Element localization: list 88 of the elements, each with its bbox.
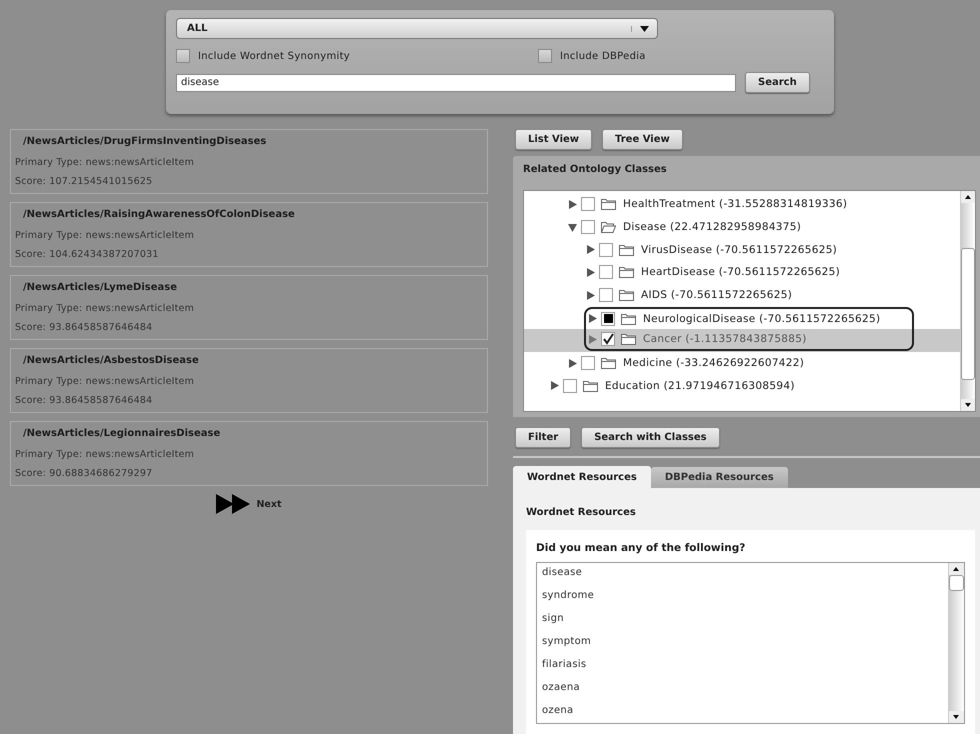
tree-checkbox[interactable] — [599, 288, 613, 302]
filter-button[interactable]: Filter — [515, 427, 572, 448]
search-with-classes-button[interactable]: Search with Classes — [581, 427, 720, 448]
scroll-thumb[interactable] — [961, 248, 975, 380]
tree-label: AIDS (-70.5611572265625) — [641, 289, 792, 302]
result-score: Score: 93.86458587646484 — [14, 394, 154, 408]
scrollbar[interactable] — [948, 563, 964, 723]
result-title[interactable]: /NewsArticles/DrugFirmsInventingDiseases — [11, 130, 487, 153]
tree-row[interactable]: AIDS (-70.5611572265625) — [524, 284, 960, 306]
tree-checkbox[interactable] — [599, 265, 613, 280]
tree-checkbox[interactable] — [563, 378, 577, 393]
checkbox[interactable] — [538, 49, 552, 63]
tree-checkbox[interactable] — [581, 197, 595, 212]
result-type: Primary Type: news:newsArticleItem — [14, 375, 196, 389]
expand-triangle-icon[interactable] — [586, 290, 595, 300]
result-title[interactable]: /NewsArticles/RaisingAwarenessOfColonDisease — [11, 203, 487, 226]
result-title[interactable]: /NewsArticles/AsbestosDisease — [11, 349, 487, 372]
checkbox-label: Include DBPedia — [560, 50, 646, 62]
panel-title: Related Ontology Classes — [523, 164, 668, 177]
result-type: Primary Type: news:newsArticleItem — [14, 448, 196, 462]
result-type: Primary Type: news:newsArticleItem — [14, 302, 196, 316]
folder-icon — [601, 357, 616, 370]
tree-label: Disease (22.471282958984375) — [623, 221, 802, 234]
folder-icon — [601, 198, 616, 210]
search-button[interactable]: Search — [745, 72, 810, 93]
scrollbar[interactable] — [960, 191, 975, 411]
folder-icon — [619, 244, 634, 256]
next-link[interactable]: Next — [256, 498, 282, 510]
expand-triangle-icon[interactable] — [588, 314, 597, 324]
dropdown-arrow-icon — [631, 26, 649, 32]
tree-label: Cancer (-1.11357843875885) — [643, 333, 807, 346]
folder-icon — [621, 333, 636, 346]
tree-label: NeurologicalDisease (-70.5611572265625) — [643, 312, 880, 325]
result-score: Score: 93.86458587646484 — [14, 321, 154, 335]
tree-label: Medicine (-33.24626922607422) — [623, 357, 804, 370]
tree-checkbox[interactable] — [601, 312, 615, 326]
next-arrows-icon[interactable] — [216, 494, 252, 514]
expand-triangle-icon[interactable] — [568, 200, 577, 209]
tree-label: Education (21.971946716308594) — [605, 380, 795, 392]
result-title[interactable]: /NewsArticles/LymeDisease — [11, 276, 487, 299]
checkbox[interactable] — [176, 49, 190, 63]
tree-row[interactable]: Medicine (-33.24626922607422) — [524, 352, 960, 374]
folder-icon — [619, 289, 634, 302]
tree-checkbox[interactable] — [581, 356, 595, 370]
expand-triangle-icon[interactable] — [586, 268, 595, 277]
tab[interactable]: DBPedia Resources — [650, 467, 788, 488]
open-folder-icon — [601, 221, 616, 234]
suggestion-item[interactable]: disease — [542, 567, 948, 590]
view-button[interactable]: Tree View — [602, 129, 683, 150]
folder-icon — [621, 312, 636, 325]
result-title[interactable]: /NewsArticles/LegionnairesDisease — [11, 422, 487, 445]
tree-row[interactable]: Education (21.971946716308594) — [524, 374, 960, 398]
expand-triangle-icon[interactable] — [586, 245, 595, 254]
tree-row[interactable]: HeartDisease (-70.5611572265625) — [524, 261, 960, 284]
tree-row[interactable]: VirusDisease (-70.5611572265625) — [524, 238, 960, 262]
folder-icon — [619, 266, 634, 278]
tree-row[interactable]: HealthTreatment (-31.55288314819336) — [524, 193, 960, 216]
suggestion-item[interactable]: ozena — [542, 705, 948, 728]
scope-dropdown[interactable]: ALL — [176, 18, 658, 39]
suggestion-item[interactable]: symptom — [542, 636, 948, 659]
suggestion-item[interactable]: syndrome — [542, 590, 948, 613]
result-score: Score: 90.68834686279297 — [14, 467, 154, 481]
suggestion-item[interactable]: ozaena — [542, 682, 948, 705]
suggestions-question: Did you mean any of the following? — [536, 542, 746, 556]
suggestion-item[interactable]: filariasis — [542, 659, 948, 682]
tree-label: VirusDisease (-70.5611572265625) — [641, 244, 838, 256]
expand-triangle-icon[interactable] — [568, 358, 577, 368]
tree-checkbox[interactable] — [581, 220, 595, 234]
result-type: Primary Type: news:newsArticleItem — [14, 229, 196, 243]
collapse-triangle-icon[interactable] — [568, 222, 577, 232]
tree-row[interactable]: Disease (22.471282958984375) — [524, 216, 960, 238]
suggestion-item[interactable]: sign — [542, 613, 948, 636]
folder-icon — [583, 380, 598, 392]
tree-checkbox[interactable] — [601, 332, 615, 346]
tab[interactable]: Wordnet Resources — [513, 466, 651, 488]
selected-tree-row[interactable]: Cancer (-1.11357843875885) — [524, 329, 960, 352]
result-score: Score: 104.62434387207031 — [14, 248, 160, 262]
tree-label: HealthTreatment (-31.55288314819336) — [623, 198, 848, 210]
result-type: Primary Type: news:newsArticleItem — [14, 156, 196, 170]
panel-title: Wordnet Resources — [526, 506, 637, 520]
scroll-thumb[interactable] — [949, 575, 964, 591]
search-field[interactable]: disease — [176, 74, 736, 92]
view-button[interactable]: List View — [515, 129, 592, 150]
checkbox-label: Include Wordnet Synonymity — [198, 50, 350, 62]
tree-checkbox[interactable] — [599, 242, 613, 257]
tree-label: HeartDisease (-70.5611572265625) — [641, 266, 840, 278]
result-score: Score: 107.2154541015625 — [14, 175, 154, 189]
expand-triangle-icon[interactable] — [550, 381, 559, 390]
